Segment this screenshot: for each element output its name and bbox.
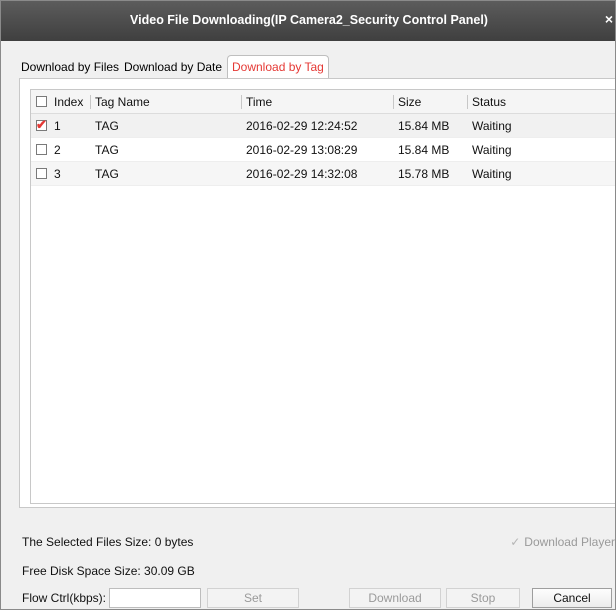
column-header-tag-name[interactable]: Tag Name [90,95,150,109]
row-status: Waiting [472,143,512,157]
row-index: 3 [54,167,61,181]
row-checkbox[interactable]: ✔ [36,117,47,132]
row-status: Waiting [472,119,512,133]
tab-download-by-files[interactable]: Download by Files [19,55,121,79]
row-tag-name: TAG [95,143,119,157]
table-row[interactable]: 2 TAG 2016-02-29 13:08:29 15.84 MB Waiti… [31,138,615,162]
column-header-time[interactable]: Time [241,95,272,109]
title-bar: Video File Downloading(IP Camera2_Securi… [1,1,615,41]
row-checkbox[interactable] [36,168,47,179]
checkmark-icon: ✔ [36,117,47,132]
table-header: Index Tag Name Time Size Status [31,90,615,114]
table-row[interactable]: 3 TAG 2016-02-29 14:32:08 15.78 MB Waiti… [31,162,615,186]
row-time: 2016-02-29 13:08:29 [246,143,358,157]
stop-button[interactable]: Stop [446,588,520,608]
tab-download-by-tag[interactable]: Download by Tag [227,55,329,80]
download-player-option: ✓ Download Player [510,535,615,549]
row-tag-name: TAG [95,167,119,181]
flow-ctrl-input[interactable] [109,588,201,608]
set-button[interactable]: Set [207,588,299,608]
row-size: 15.78 MB [398,167,450,181]
close-icon[interactable]: × [605,11,613,27]
tab-download-by-date[interactable]: Download by Date [122,55,224,79]
row-size: 15.84 MB [398,143,450,157]
row-time: 2016-02-29 12:24:52 [246,119,358,133]
row-status: Waiting [472,167,512,181]
selected-files-size: The Selected Files Size: 0 bytes [22,535,194,549]
select-all-checkbox[interactable] [36,96,47,107]
column-header-index[interactable]: Index [54,90,83,114]
cancel-button[interactable]: Cancel [532,588,612,608]
row-size: 15.84 MB [398,119,450,133]
row-tag-name: TAG [95,119,119,133]
row-index: 1 [54,119,61,133]
download-button[interactable]: Download [349,588,441,608]
table-row[interactable]: ✔ 1 TAG 2016-02-29 12:24:52 15.84 MB Wai… [31,114,615,138]
tab-panel: Index Tag Name Time Size Status ✔ 1 TAG … [19,78,615,508]
column-header-size[interactable]: Size [393,95,421,109]
row-index: 2 [54,143,61,157]
column-header-status[interactable]: Status [467,95,506,109]
free-disk-space: Free Disk Space Size: 30.09 GB [22,564,195,578]
download-player-label: Download Player [524,535,615,549]
window-title: Video File Downloading(IP Camera2_Securi… [130,13,488,27]
tag-file-table: Index Tag Name Time Size Status ✔ 1 TAG … [30,89,615,504]
flow-ctrl-label: Flow Ctrl(kbps): [22,591,107,605]
row-checkbox[interactable] [36,144,47,155]
checkmark-icon: ✓ [510,535,521,549]
download-dialog: Video File Downloading(IP Camera2_Securi… [0,0,616,610]
row-time: 2016-02-29 14:32:08 [246,167,358,181]
